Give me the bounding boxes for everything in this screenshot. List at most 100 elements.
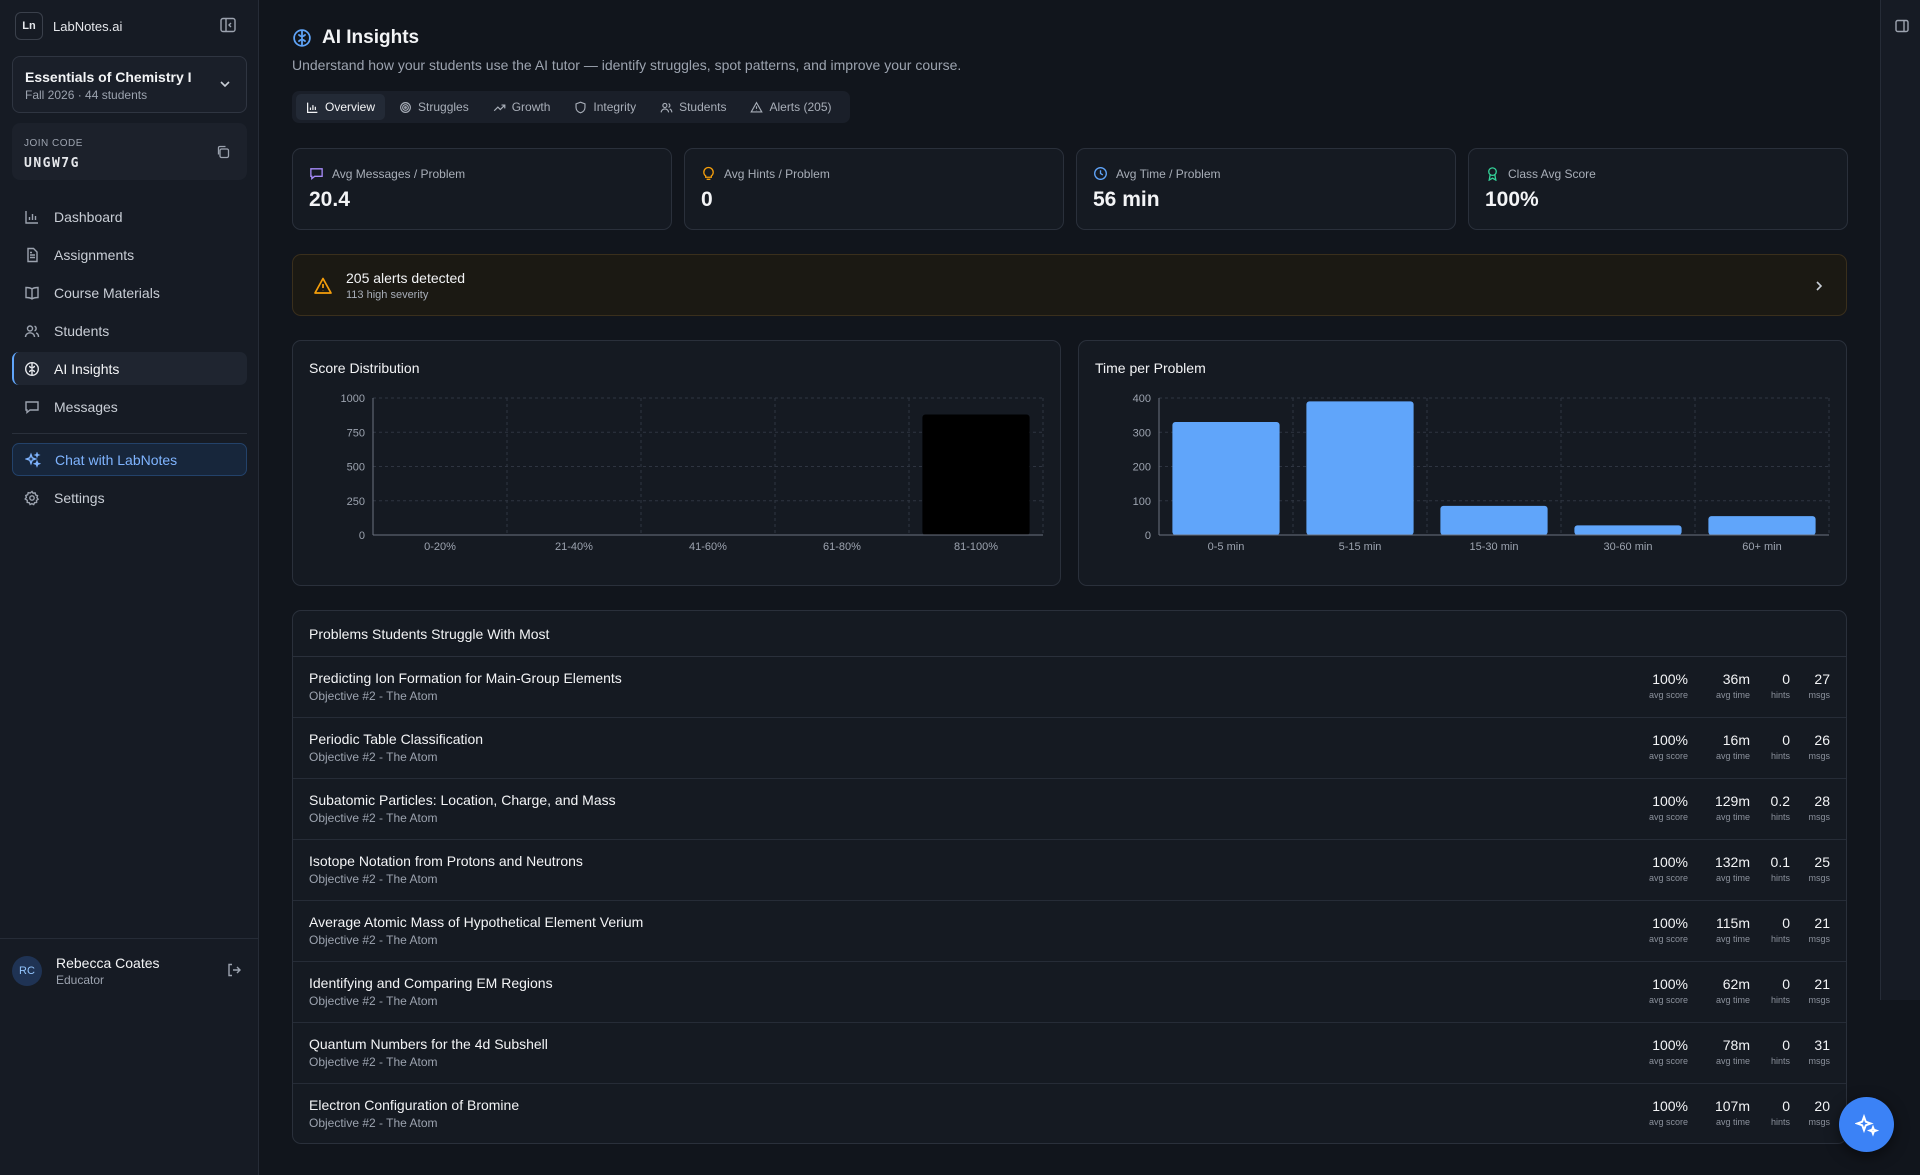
sparkles-icon xyxy=(25,451,41,468)
y-tick-label: 0 xyxy=(359,530,365,542)
y-tick-label: 1000 xyxy=(341,393,365,405)
y-tick-label: 300 xyxy=(1133,427,1151,439)
metric-hints: 0 hints xyxy=(1750,976,1790,1005)
problem-objective: Objective #2 - The Atom xyxy=(309,1116,438,1130)
metric-avg-score: 100% avg score xyxy=(1640,671,1688,700)
metric-msgs: 21 msgs xyxy=(1790,976,1830,1005)
stat-label-text: Avg Hints / Problem xyxy=(724,166,830,181)
panel-toggle-icon[interactable] xyxy=(1894,18,1910,34)
metric-value: 0.2 xyxy=(1770,793,1790,809)
alerts-title: 205 alerts detected xyxy=(346,270,466,286)
metric-value: 100% xyxy=(1652,1098,1688,1114)
problem-objective: Objective #2 - The Atom xyxy=(309,994,438,1008)
y-tick-label: 750 xyxy=(347,427,365,439)
tab-struggles[interactable]: Struggles xyxy=(389,94,479,120)
sidebar-item-label: Students xyxy=(54,322,110,339)
table-row[interactable]: Electron Configuration of Bromine Objecti… xyxy=(293,1084,1846,1143)
score-distribution-card: Score Distribution 0 250 500 750 1000 0-20% 21… xyxy=(292,340,1061,586)
logout-icon[interactable] xyxy=(226,962,242,978)
stat-label-text: Class Avg Score xyxy=(1508,166,1596,181)
table-row[interactable]: Predicting Ion Formation for Main-Group … xyxy=(293,657,1846,718)
lightbulb-icon xyxy=(703,166,714,180)
metric-label: msgs xyxy=(1808,873,1830,883)
metric-label: avg time xyxy=(1715,812,1750,822)
sidebar-item-dashboard[interactable]: Dashboard xyxy=(12,200,247,233)
stat-value: 0 xyxy=(701,188,713,211)
metric-value: 0 xyxy=(1782,1098,1790,1114)
metric-label: hints xyxy=(1770,873,1790,883)
brand[interactable]: Ln LabNotes.ai xyxy=(15,12,122,40)
sidebar-item-ai-insights[interactable]: AI Insights xyxy=(12,352,247,385)
metric-msgs: 31 msgs xyxy=(1790,1037,1830,1066)
problem-objective: Objective #2 - The Atom xyxy=(309,750,438,764)
problem-title: Electron Configuration of Bromine xyxy=(309,1097,520,1113)
stat-card-avg-messages: Avg Messages / Problem 20.4 xyxy=(292,148,672,230)
tab-label: Growth xyxy=(511,100,551,114)
join-code-card: JOIN CODE UNGW7G xyxy=(12,123,247,180)
copy-icon[interactable] xyxy=(215,144,231,160)
x-tick-label: 0-5 min xyxy=(1208,541,1245,553)
metric-value: 129m xyxy=(1714,793,1750,809)
nav-divider xyxy=(12,433,247,434)
y-tick-label: 0 xyxy=(1145,530,1151,542)
bar xyxy=(922,414,1030,535)
metric-label: avg time xyxy=(1715,751,1750,761)
stat-value: 100% xyxy=(1485,188,1539,211)
metric-label: avg time xyxy=(1715,873,1750,883)
table-row[interactable]: Isotope Notation from Protons and Neutro… xyxy=(293,840,1846,901)
bar xyxy=(1574,525,1682,535)
chat-label: Chat with LabNotes xyxy=(55,451,178,468)
metric-msgs: 20 msgs xyxy=(1790,1098,1830,1127)
chat-with-labnotes-button[interactable]: Chat with LabNotes xyxy=(12,443,247,476)
sparkles-icon xyxy=(1854,1113,1879,1137)
course-selector[interactable]: Essentials of Chemistry I Fall 2026 · 44… xyxy=(12,56,247,113)
table-row[interactable]: Average Atomic Mass of Hypothetical Elem… xyxy=(293,901,1846,962)
brain-icon xyxy=(24,361,40,376)
metric-avg-score: 100% avg score xyxy=(1640,1037,1688,1066)
document-icon xyxy=(27,247,38,262)
table-row[interactable]: Periodic Table Classification Objective #… xyxy=(293,718,1846,779)
metric-value: 0.1 xyxy=(1770,854,1790,870)
table-row[interactable]: Identifying and Comparing EM Regions Obje… xyxy=(293,962,1846,1023)
sidebar-item-students[interactable]: Students xyxy=(12,314,247,347)
metric-avg-time: 129m avg time xyxy=(1688,793,1750,822)
brain-icon xyxy=(293,29,311,47)
shield-icon xyxy=(575,101,586,113)
table-row[interactable]: Subatomic Particles: Location, Charge, a… xyxy=(293,779,1846,840)
tab-growth[interactable]: Growth xyxy=(483,94,561,120)
x-tick-label: 21-40% xyxy=(555,541,593,553)
sidebar-item-course-materials[interactable]: Course Materials xyxy=(12,276,247,309)
sidebar-item-settings[interactable]: Settings xyxy=(12,481,247,514)
sidebar-collapse-icon[interactable] xyxy=(219,16,237,34)
book-icon xyxy=(25,286,39,300)
alerts-banner[interactable]: 205 alerts detected 113 high severity xyxy=(292,254,1847,316)
problem-objective: Objective #2 - The Atom xyxy=(309,872,438,886)
table-row[interactable]: Quantum Numbers for the 4d Subshell Objec… xyxy=(293,1023,1846,1084)
metric-value: 100% xyxy=(1652,732,1688,748)
problem-objective: Objective #2 - The Atom xyxy=(309,1055,438,1069)
y-tick-label: 250 xyxy=(347,496,365,508)
metric-label: avg score xyxy=(1648,751,1688,761)
tab-students[interactable]: Students xyxy=(650,94,736,120)
metric-avg-time: 62m avg time xyxy=(1688,976,1750,1005)
sidebar-item-assignments[interactable]: Assignments xyxy=(12,238,247,271)
tab-overview[interactable]: Overview xyxy=(296,94,386,120)
sidebar-item-label: Settings xyxy=(54,489,105,506)
avatar[interactable]: RC xyxy=(12,956,42,986)
metric-label: hints xyxy=(1770,1117,1790,1127)
metric-label: hints xyxy=(1770,1056,1790,1066)
tab-integrity[interactable]: Integrity xyxy=(564,94,646,120)
metric-label: avg time xyxy=(1715,690,1750,700)
metric-value: 0 xyxy=(1782,671,1790,687)
score-distribution-chart: 0 250 500 750 1000 0-20% 21-40% 41-60% 61-80% 81-… xyxy=(341,393,1044,553)
sidebar-item-messages[interactable]: Messages xyxy=(12,390,247,423)
tab-label: Overview xyxy=(325,100,376,114)
metric-label: hints xyxy=(1770,934,1790,944)
metric-hints: 0 hints xyxy=(1750,671,1790,700)
tab-alerts[interactable]: Alerts (205) xyxy=(740,94,841,120)
metric-value: 21 xyxy=(1814,915,1830,931)
ai-assistant-fab[interactable] xyxy=(1839,1097,1894,1152)
stat-label-text: Avg Messages / Problem xyxy=(332,166,466,181)
tab-label: Alerts (205) xyxy=(769,100,832,114)
clock-icon xyxy=(1094,167,1107,180)
